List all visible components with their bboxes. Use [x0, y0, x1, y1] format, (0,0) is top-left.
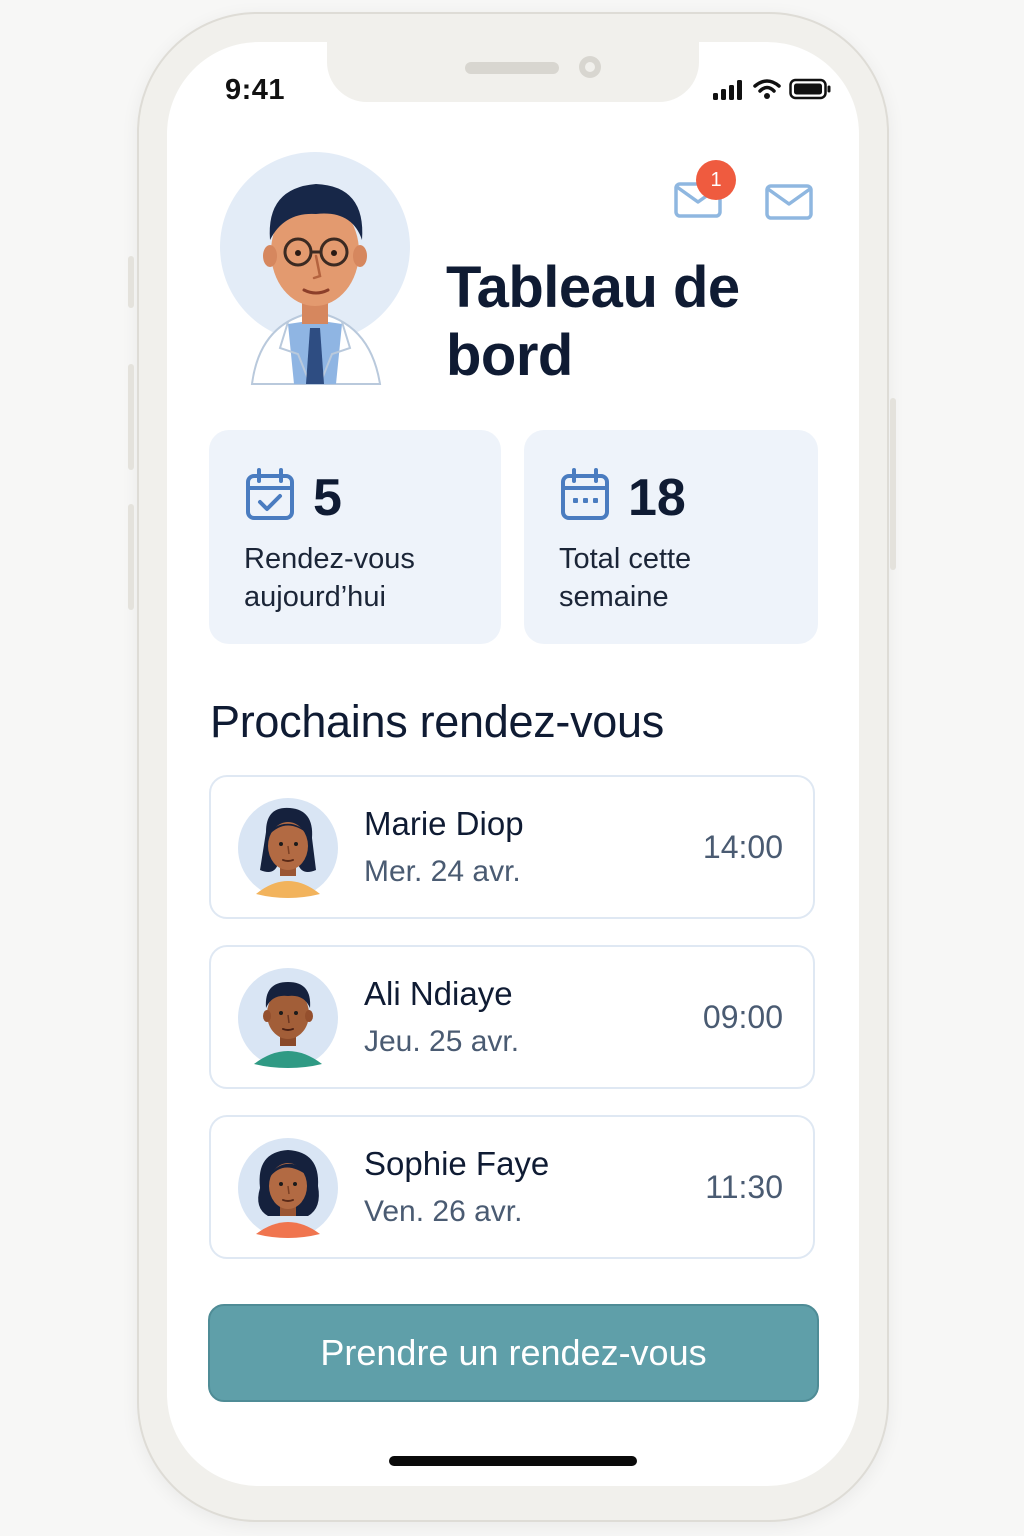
appointment-card[interactable]: Marie Diop Mer. 24 avr. 14:00 — [209, 775, 815, 919]
stat-value-today: 5 — [313, 469, 342, 527]
wifi-icon — [753, 79, 781, 99]
mail-icon[interactable] — [765, 182, 815, 222]
battery-icon — [789, 78, 831, 100]
patient-name: Ali Ndiaye — [364, 975, 513, 1012]
stat-label-week: Total cette semaine — [559, 543, 692, 613]
phone-volume-up-button — [128, 364, 134, 470]
stat-card-today[interactable]: 5 Rendez-vous aujourd’hui — [209, 430, 501, 644]
speaker-grille — [465, 62, 559, 74]
appointment-time: 11:30 — [705, 1169, 783, 1205]
front-camera — [579, 56, 601, 78]
app-screen: 9:41 1 Tableau de bord 5 Rendez-vous auj… — [167, 42, 859, 1486]
patient-avatar — [238, 1138, 338, 1238]
appointment-time: 14:00 — [702, 829, 783, 865]
appointment-date: Mer. 24 avr. — [364, 855, 521, 888]
phone-volume-down-button — [128, 504, 134, 610]
doctor-avatar[interactable] — [220, 152, 410, 394]
appointment-date: Jeu. 25 avr. — [364, 1025, 520, 1058]
home-indicator[interactable] — [389, 1456, 637, 1466]
signal-icon — [713, 80, 742, 100]
notch — [327, 42, 699, 102]
upcoming-section-title: Prochains rendez-vous — [210, 696, 664, 747]
status-icons — [713, 78, 831, 100]
appointment-time: 09:00 — [702, 999, 783, 1035]
appointment-date: Ven. 26 avr. — [364, 1195, 523, 1228]
status-time: 9:41 — [225, 74, 286, 106]
book-appointment-button[interactable]: Prendre un rendez-vous — [208, 1304, 819, 1402]
patient-avatar — [238, 968, 338, 1068]
phone-power-button — [890, 398, 896, 570]
appointment-card[interactable]: Sophie Faye Ven. 26 avr. 11:30 — [209, 1115, 815, 1259]
patient-avatar — [238, 798, 338, 898]
calendar-check-icon — [246, 468, 294, 520]
appointment-card[interactable]: Ali Ndiaye Jeu. 25 avr. 09:00 — [209, 945, 815, 1089]
stat-value-week: 18 — [628, 469, 686, 527]
stat-card-week[interactable]: 18 Total cette semaine — [524, 430, 818, 644]
page-title: Tableau de bord — [446, 255, 740, 388]
calendar-icon — [561, 468, 609, 520]
phone-side-button — [128, 256, 134, 308]
patient-name: Sophie Faye — [364, 1145, 550, 1182]
notification-badge: 1 — [696, 160, 736, 200]
stat-label-today: Rendez-vous aujourd’hui — [244, 543, 415, 613]
patient-name: Marie Diop — [364, 805, 524, 842]
